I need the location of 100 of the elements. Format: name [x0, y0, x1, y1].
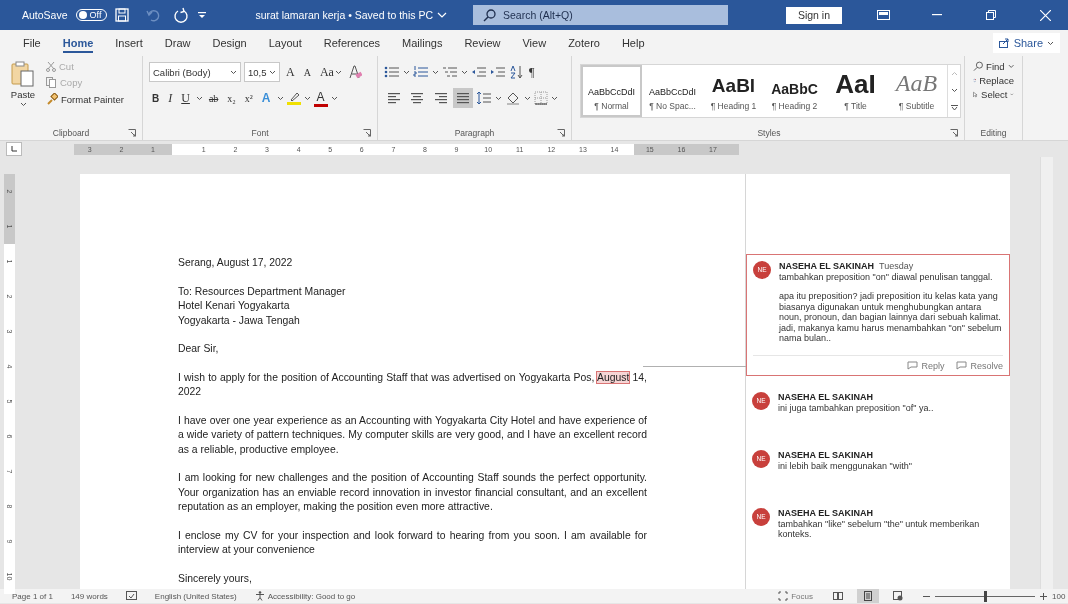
caret-icon: [524, 95, 531, 101]
show-marks-button[interactable]: ¶: [526, 64, 538, 80]
dialog-launcher-icon: [363, 129, 371, 137]
reply-icon: [907, 361, 919, 371]
strikethrough-button[interactable]: ab: [205, 92, 222, 104]
change-case-button[interactable]: Aa: [316, 64, 345, 80]
font-color-button[interactable]: A: [313, 89, 328, 107]
ribbon-tab[interactable]: References: [312, 30, 392, 56]
address-line: To: Resources Department Manager: [178, 285, 346, 297]
comment-text: ini juga tambahkan preposition "of" ya..: [778, 402, 934, 413]
style-option[interactable]: AaB ¶ Subtitle: [886, 65, 947, 117]
replace-button[interactable]: Replace: [971, 74, 1016, 87]
ribbon-tab[interactable]: Zotero: [557, 30, 611, 56]
ribbon-display-icon[interactable]: [876, 10, 890, 20]
clipboard-icon: [11, 61, 35, 87]
find-button[interactable]: Find: [971, 60, 1016, 73]
align-left-icon: [386, 90, 402, 106]
ribbon-tab[interactable]: Review: [453, 30, 512, 56]
group-label: Font: [251, 128, 269, 138]
paragraph: Serang, August 17, 2022: [178, 256, 294, 270]
comment-author: NASEHA EL SAKINAH: [779, 261, 874, 271]
underline-button[interactable]: U: [178, 90, 193, 106]
shrink-font-button[interactable]: A: [300, 66, 314, 78]
bold-button[interactable]: B: [149, 92, 163, 104]
dialog-launcher-icon: [950, 129, 958, 137]
page-count: Page 1 of 1: [12, 591, 53, 601]
style-option[interactable]: AaI ¶ Title: [825, 65, 886, 117]
comment-text: tambahkan "like" sebelum "the" untuk memberikan konteks.: [778, 518, 981, 540]
increase-indent-icon: [490, 65, 506, 79]
restore-icon[interactable]: [986, 10, 996, 20]
close-icon[interactable]: [1039, 9, 1051, 21]
dialog-launcher-icon: [557, 129, 565, 137]
ribbon-tab[interactable]: Help: [610, 30, 656, 56]
style-option[interactable]: AaBl ¶ Heading 1: [703, 65, 764, 117]
ribbon-tab[interactable]: Home: [51, 30, 105, 56]
font-name-field[interactable]: Calibri (Body): [149, 62, 241, 82]
minimize-icon[interactable]: [932, 14, 942, 16]
comment-card[interactable]: [746, 254, 1010, 376]
style-option[interactable]: AaBbCcDdI ¶ No Spac...: [642, 65, 703, 117]
align-button[interactable]: [453, 88, 473, 108]
share-icon: [998, 38, 1010, 48]
caret-icon: [303, 95, 311, 101]
share-button[interactable]: Share: [992, 33, 1060, 53]
scroll-down-icon: [950, 88, 958, 94]
paragraph: I am looking for new challenges and the position of Accounting Staff sounds the perfect opportunity. Your organization has an enviable record innovation in investor financial consultant, and an excellent reputation as an employer, making the position even more attractive.: [178, 471, 647, 514]
globe-page-icon: [893, 591, 903, 601]
ribbon-tab[interactable]: Insert: [104, 30, 154, 56]
comment-time: Tuesday: [879, 261, 914, 271]
style-option[interactable]: AaBbCcDdI ¶ Normal: [581, 65, 642, 117]
select-button[interactable]: Select: [971, 88, 1016, 101]
font-size-field[interactable]: 10,5: [244, 62, 280, 82]
resolve-button[interactable]: Resolve: [956, 360, 1003, 371]
focus-button[interactable]: Focus: [778, 591, 813, 601]
ribbon-tab[interactable]: Design: [201, 30, 258, 56]
paste-button[interactable]: Paste: [6, 60, 40, 126]
ribbon-tab[interactable]: Layout: [257, 30, 313, 56]
sign-in-button[interactable]: Sign in: [785, 6, 842, 24]
page-icon: [863, 591, 873, 601]
bullets-icon: [384, 65, 400, 79]
scissors-icon: [46, 61, 56, 72]
superscript-button[interactable]: x²: [241, 92, 256, 104]
ribbon-tab[interactable]: File: [12, 30, 52, 56]
save-icon: [115, 8, 130, 22]
multilevel-list-icon: [442, 65, 458, 79]
comment-text: tambahkan preposition "on" diawal penulisan tanggal.: [779, 271, 994, 282]
dialog-launcher-icon: [128, 129, 136, 137]
grow-font-button[interactable]: A: [283, 64, 298, 80]
align-center-icon: [409, 90, 425, 106]
paintbrush-icon: [46, 93, 58, 105]
caret-icon: [495, 95, 502, 101]
style-option[interactable]: AaBbC ¶ Heading 2: [764, 65, 825, 117]
italic-button[interactable]: I: [165, 90, 176, 106]
document-title[interactable]: surat lamaran kerja • Saved to this PC: [255, 9, 433, 21]
view-button[interactable]: [857, 589, 879, 603]
accessibility-status[interactable]: Accessibility: Good to go: [267, 591, 356, 601]
language-status[interactable]: English (United States): [154, 591, 237, 601]
group-label: Styles: [757, 128, 781, 138]
format-painter-button[interactable]: Format Painter: [44, 92, 126, 106]
proofing-icon: [125, 591, 137, 601]
ribbon-tab[interactable]: Mailings: [391, 30, 454, 56]
more-styles-icon: [950, 105, 958, 112]
highlighter-icon: [286, 91, 301, 105]
decrease-indent-icon: [471, 65, 487, 79]
scroll-up-icon: [950, 71, 958, 77]
shading-icon: [505, 91, 521, 105]
group-label: Editing: [980, 128, 1007, 138]
redo-icon: [173, 7, 190, 23]
comment-author: NASEHA EL SAKINAH: [778, 508, 873, 518]
search-field[interactable]: Search (Alt+Q): [473, 5, 728, 25]
subscript-button[interactable]: x₂: [224, 92, 239, 104]
caret-icon: [334, 69, 342, 75]
reply-button[interactable]: Reply: [907, 360, 945, 371]
ribbon-tab[interactable]: Draw: [153, 30, 202, 56]
zoom-level[interactable]: 100: [1052, 591, 1068, 601]
ribbon-tab[interactable]: View: [511, 30, 558, 56]
autosave-label: AutoSave: [22, 9, 68, 21]
paragraph: I have over one year experience as an Accounting with Yogyakarta City Hotel and have experience of a wide variety of pattern techniques. My computer skills are very good, and I have an excellent record as a reliable, productive employee.: [178, 413, 647, 457]
group-label: Paragraph: [454, 128, 495, 138]
resolve-icon: [956, 361, 968, 371]
paragraph: Dear Sir,: [178, 342, 220, 356]
